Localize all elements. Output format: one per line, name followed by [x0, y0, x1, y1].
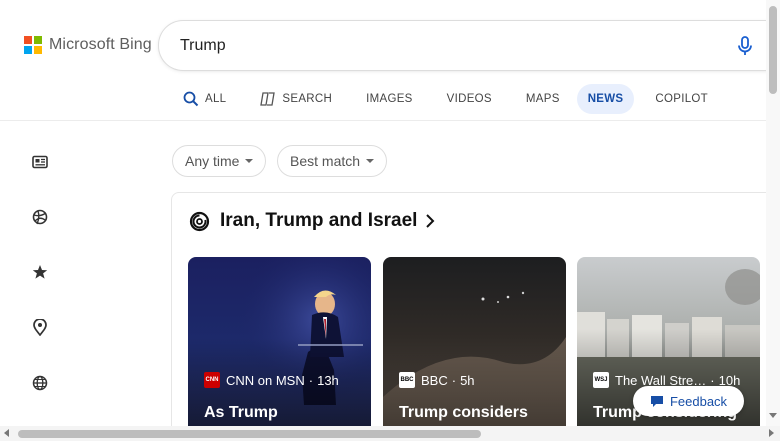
tab-label: IMAGES — [366, 93, 413, 105]
location-pin-icon[interactable] — [31, 318, 49, 336]
search-icon — [183, 91, 199, 107]
sports-icon[interactable] — [31, 208, 49, 226]
search-box — [159, 21, 780, 70]
tab-label: MAPS — [525, 93, 560, 105]
bing-logo[interactable]: Microsoft Bing — [24, 36, 152, 54]
news-sidebar — [0, 122, 80, 441]
news-source: CNN CNN on MSN · 13h — [204, 372, 339, 388]
tab-images[interactable]: IMAGES — [355, 84, 424, 114]
vertical-scrollbar[interactable] — [766, 0, 780, 426]
news-source: BBC BBC · 5h — [399, 372, 475, 388]
sort-filter-label: Best match — [290, 153, 361, 169]
scroll-left-arrow-icon[interactable] — [4, 429, 9, 437]
microphone-icon[interactable] — [736, 36, 754, 56]
wsj-logo-icon: WSJ — [593, 372, 609, 388]
source-name: BBC — [421, 372, 448, 388]
bing-news-page: Microsoft Bing ALL — [0, 0, 780, 441]
tab-search[interactable]: SEARCH — [249, 84, 343, 114]
source-name: CNN on MSN — [226, 372, 305, 388]
feedback-label: Feedback — [669, 393, 728, 409]
topic-title-link[interactable]: Iran, Trump and Israel — [189, 210, 435, 232]
chevron-down-icon — [245, 159, 254, 163]
bbc-logo-icon: BBC — [399, 372, 415, 388]
tab-videos[interactable]: VIDEOS — [436, 84, 503, 114]
article-age: 13h — [317, 372, 339, 388]
horizontal-scrollbar[interactable] — [0, 426, 780, 441]
tab-label: NEWS — [587, 93, 624, 105]
tab-label: VIDEOS — [446, 93, 492, 105]
tab-copilot[interactable]: COPILOT — [644, 84, 719, 114]
tab-maps[interactable]: MAPS — [515, 84, 571, 114]
scroll-down-arrow-icon[interactable] — [769, 413, 777, 418]
news-headline[interactable]: As Trump — [204, 404, 278, 422]
search-tabs: ALL SEARCH IMAGES VIDEOS MAPS NEWS COPIL… — [173, 84, 719, 114]
microsoft-logo-icon — [24, 36, 42, 54]
sort-filter-dropdown[interactable]: Best match — [277, 145, 388, 177]
tab-label: COPILOT — [655, 93, 708, 105]
feedback-icon — [650, 395, 664, 408]
tab-label: ALL — [205, 93, 227, 105]
horizontal-scroll-thumb[interactable] — [18, 430, 481, 438]
top-stories-icon[interactable] — [31, 153, 49, 171]
cnn-logo-icon: CNN — [204, 372, 220, 388]
topic-swirl-icon — [189, 211, 210, 232]
header: Microsoft Bing ALL — [0, 0, 780, 121]
news-card[interactable]: CNN CNN on MSN · 13h As Trump — [188, 257, 371, 437]
feedback-button[interactable]: Feedback — [633, 386, 744, 416]
news-card[interactable]: BBC BBC · 5h Trump considers — [383, 257, 566, 437]
copilot-search-icon — [260, 91, 276, 107]
article-age: 5h — [460, 372, 475, 388]
chevron-right-icon — [425, 213, 435, 229]
tab-label: SEARCH — [282, 93, 333, 105]
time-filter-label: Any time — [185, 153, 240, 169]
time-filter-dropdown[interactable]: Any time — [172, 145, 267, 177]
logo-text: Microsoft Bing — [49, 36, 152, 53]
tab-news[interactable]: NEWS — [576, 84, 635, 114]
favorites-star-icon[interactable] — [31, 263, 49, 281]
news-headline[interactable]: Trump considers — [399, 404, 528, 422]
chevron-down-icon — [366, 159, 375, 163]
topic-title: Iran, Trump and Israel — [220, 210, 418, 231]
search-input[interactable] — [180, 21, 700, 70]
vertical-scroll-thumb[interactable] — [769, 6, 777, 94]
separator: · — [451, 372, 457, 388]
separator: · — [308, 372, 314, 388]
tab-all[interactable]: ALL — [173, 84, 237, 114]
scroll-right-arrow-icon[interactable] — [769, 429, 774, 437]
world-globe-icon[interactable] — [31, 374, 49, 392]
